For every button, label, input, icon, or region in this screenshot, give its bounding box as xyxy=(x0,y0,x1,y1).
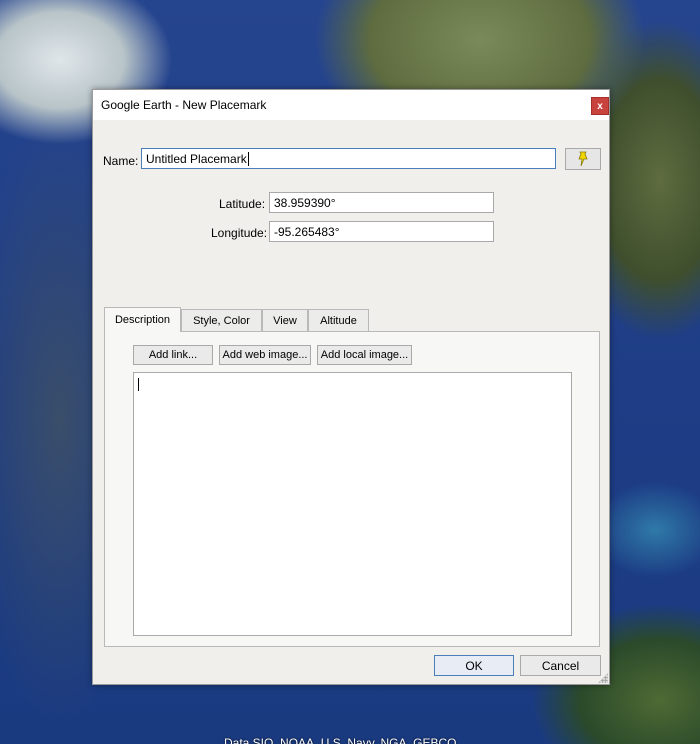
tab-description[interactable]: Description xyxy=(104,307,181,332)
close-icon: x xyxy=(597,100,603,112)
tab-view-label: View xyxy=(273,314,297,327)
add-local-image-button[interactable]: Add local image... xyxy=(317,345,412,365)
close-button[interactable]: x xyxy=(591,97,609,115)
tab-view[interactable]: View xyxy=(262,309,308,331)
cancel-button[interactable]: Cancel xyxy=(520,655,601,676)
add-link-button[interactable]: Add link... xyxy=(133,345,213,365)
tab-style-color-label: Style, Color xyxy=(193,314,250,327)
text-caret xyxy=(247,151,249,166)
dialog-title: Google Earth - New Placemark xyxy=(101,98,267,112)
text-caret xyxy=(138,378,139,391)
dialog-titlebar[interactable]: Google Earth - New Placemark x xyxy=(93,90,609,120)
tab-altitude[interactable]: Altitude xyxy=(308,309,369,331)
new-placemark-dialog: Google Earth - New Placemark x Name: Unt… xyxy=(92,89,610,685)
longitude-value: -95.265483° xyxy=(274,224,340,239)
placemark-icon-button[interactable] xyxy=(565,148,601,170)
longitude-label: Longitude: xyxy=(211,226,268,240)
description-panel: Add link... Add web image... Add local i… xyxy=(104,331,600,647)
latitude-input[interactable]: 38.959390° xyxy=(269,192,494,213)
add-web-image-button[interactable]: Add web image... xyxy=(219,345,311,365)
ok-button[interactable]: OK xyxy=(434,655,514,676)
name-input[interactable]: Untitled Placemark xyxy=(141,148,556,169)
tab-style-color[interactable]: Style, Color xyxy=(181,309,262,331)
pushpin-icon xyxy=(578,151,588,167)
map-attribution: Data SIO, NOAA, U.S. Navy, NGA, GEBCO xyxy=(224,736,457,744)
tab-description-label: Description xyxy=(114,314,171,326)
description-textarea[interactable] xyxy=(133,372,572,636)
longitude-input[interactable]: -95.265483° xyxy=(269,221,494,242)
name-label: Name: xyxy=(103,154,139,168)
tab-altitude-label: Altitude xyxy=(320,314,357,327)
latitude-label: Latitude: xyxy=(219,197,266,211)
latitude-value: 38.959390° xyxy=(274,195,336,210)
name-input-value: Untitled Placemark xyxy=(146,151,247,166)
